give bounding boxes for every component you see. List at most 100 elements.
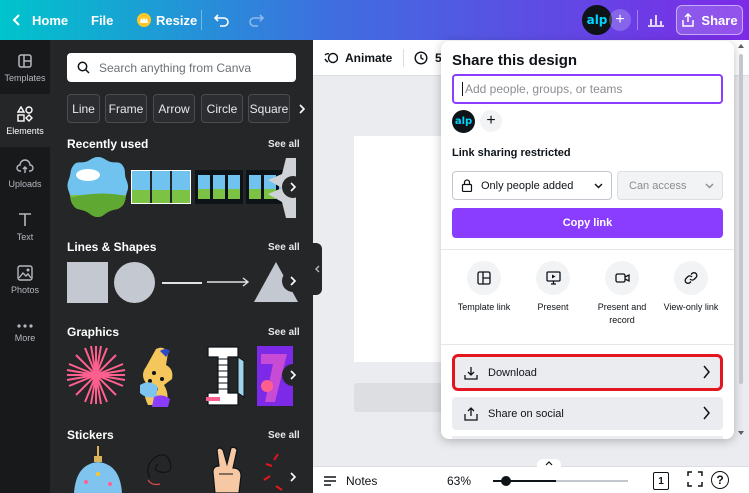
link-sharing-label: Link sharing restricted	[452, 147, 571, 159]
bottom-bar: Notes 63% 1 ?	[313, 459, 749, 493]
view-only-link-action[interactable]: View-only link	[654, 261, 728, 314]
see-all-link[interactable]: See all	[268, 139, 300, 150]
present-icon	[536, 261, 570, 295]
rail-label: Elements	[6, 125, 44, 136]
show-pages-button[interactable]	[537, 459, 561, 467]
invite-button[interactable]: +	[609, 0, 631, 40]
add-collaborator-button[interactable]: +	[480, 110, 502, 132]
shape-arrow[interactable]	[207, 276, 251, 288]
template-link-action[interactable]: Template link	[447, 261, 521, 314]
stickers-next-button[interactable]	[282, 466, 304, 488]
rail-item-templates[interactable]: Templates	[0, 41, 50, 94]
section-title: Recently used	[67, 137, 149, 151]
templates-icon	[18, 53, 32, 68]
chevron-down-icon	[705, 183, 714, 189]
shape-square[interactable]	[67, 262, 108, 303]
timing-button[interactable]: 5	[414, 40, 442, 76]
toolbar-divider	[637, 10, 638, 30]
rail-label: Photos	[10, 284, 40, 295]
section-title: Graphics	[67, 325, 120, 339]
recent-next-button[interactable]	[282, 176, 304, 198]
elements-icon	[17, 105, 33, 122]
permission-dropdown[interactable]: Can access	[617, 171, 723, 200]
section-title: Lines & Shapes	[67, 240, 157, 254]
undo-button[interactable]	[214, 0, 230, 40]
rail-item-photos[interactable]: Photos	[0, 253, 50, 306]
undo-icon	[214, 14, 229, 27]
share-social-row[interactable]: Share on social	[452, 397, 723, 430]
rail-item-more[interactable]: More	[0, 306, 50, 359]
chevron-left-icon	[12, 14, 20, 26]
chevron-left-icon	[314, 265, 319, 273]
recent-film-strip[interactable]	[195, 170, 243, 204]
chip-frame[interactable]: Frame	[105, 94, 147, 123]
redo-button[interactable]	[248, 0, 264, 40]
present-record-action[interactable]: Present and record	[585, 261, 659, 327]
shapes-next-button[interactable]	[282, 270, 304, 292]
page-count[interactable]: 1	[653, 472, 669, 490]
home-button[interactable]: Home	[12, 0, 68, 40]
access-dropdown[interactable]: Only people added	[452, 171, 612, 200]
see-all-link[interactable]: See all	[268, 242, 300, 253]
fullscreen-button[interactable]	[687, 471, 703, 490]
chip-line[interactable]: Line	[67, 94, 100, 123]
graphic-character[interactable]	[136, 345, 186, 407]
share-button[interactable]: Share	[676, 5, 743, 35]
zoom-slider-rest	[556, 480, 628, 482]
design-page[interactable]	[354, 136, 454, 362]
rail-item-elements[interactable]: Elements	[0, 94, 50, 147]
graphic-starburst[interactable]	[66, 345, 126, 405]
rail-label: Text	[16, 231, 34, 242]
plus-icon: +	[486, 112, 496, 129]
collapse-panel-button[interactable]	[312, 243, 322, 295]
shape-line[interactable]	[162, 282, 202, 284]
toolbar-divider	[403, 49, 404, 67]
present-action[interactable]: Present	[516, 261, 590, 314]
see-all-link[interactable]: See all	[268, 327, 300, 338]
chevron-right-icon	[703, 365, 710, 379]
chip-square[interactable]: Square	[248, 94, 290, 123]
user-avatar[interactable]: alp	[582, 0, 612, 40]
animate-icon	[324, 52, 338, 64]
clock-icon	[414, 51, 428, 65]
avatar: alp	[582, 5, 612, 35]
rail-item-uploads[interactable]: Uploads	[0, 147, 50, 200]
rail-label: Templates	[4, 72, 46, 83]
chip-circle[interactable]: Circle	[201, 94, 243, 123]
insights-button[interactable]	[647, 0, 665, 40]
sticker-bauble[interactable]	[70, 446, 126, 493]
graphic-letter-i[interactable]	[200, 345, 246, 407]
chips-next-button[interactable]	[291, 94, 313, 123]
people-input[interactable]: Add people, groups, or teams	[452, 74, 723, 104]
people-input-placeholder: Add people, groups, or teams	[465, 82, 623, 96]
sticker-scribble[interactable]	[140, 448, 180, 493]
popover-scrollbar[interactable]	[737, 42, 745, 438]
toolbar-divider	[201, 10, 202, 30]
search-placeholder: Search anything from Canva	[99, 60, 252, 75]
action-label: View-only link	[663, 302, 719, 312]
chip-arrow[interactable]: Arrow	[153, 94, 195, 123]
see-all-link[interactable]: See all	[268, 430, 300, 441]
zoom-value: 63%	[447, 474, 472, 488]
search-box[interactable]: Search anything from Canva	[67, 53, 296, 82]
recent-scalloped-photo[interactable]	[66, 155, 130, 219]
copy-link-button[interactable]: Copy link	[452, 208, 723, 238]
social-label: Share on social	[488, 407, 564, 420]
download-row[interactable]: Download	[452, 356, 723, 389]
shape-circle[interactable]	[114, 262, 155, 303]
rail-item-text[interactable]: Text	[0, 200, 50, 253]
help-icon[interactable]: ?	[711, 471, 729, 489]
sticker-peace-hand[interactable]	[205, 446, 249, 493]
resize-button[interactable]: Resize	[137, 0, 197, 40]
rail-label: More	[14, 332, 36, 343]
notes-button[interactable]: Notes	[323, 467, 377, 493]
animate-button[interactable]: Animate	[324, 40, 392, 76]
graphics-next-button[interactable]	[282, 364, 304, 386]
zoom-slider-handle[interactable]	[501, 476, 511, 486]
file-menu[interactable]: File	[91, 0, 113, 40]
share-icon	[682, 13, 695, 27]
redo-icon	[249, 14, 264, 27]
action-label: Template link	[457, 302, 511, 312]
recent-photo-grid[interactable]	[131, 170, 191, 204]
add-page-bar[interactable]	[354, 383, 454, 412]
